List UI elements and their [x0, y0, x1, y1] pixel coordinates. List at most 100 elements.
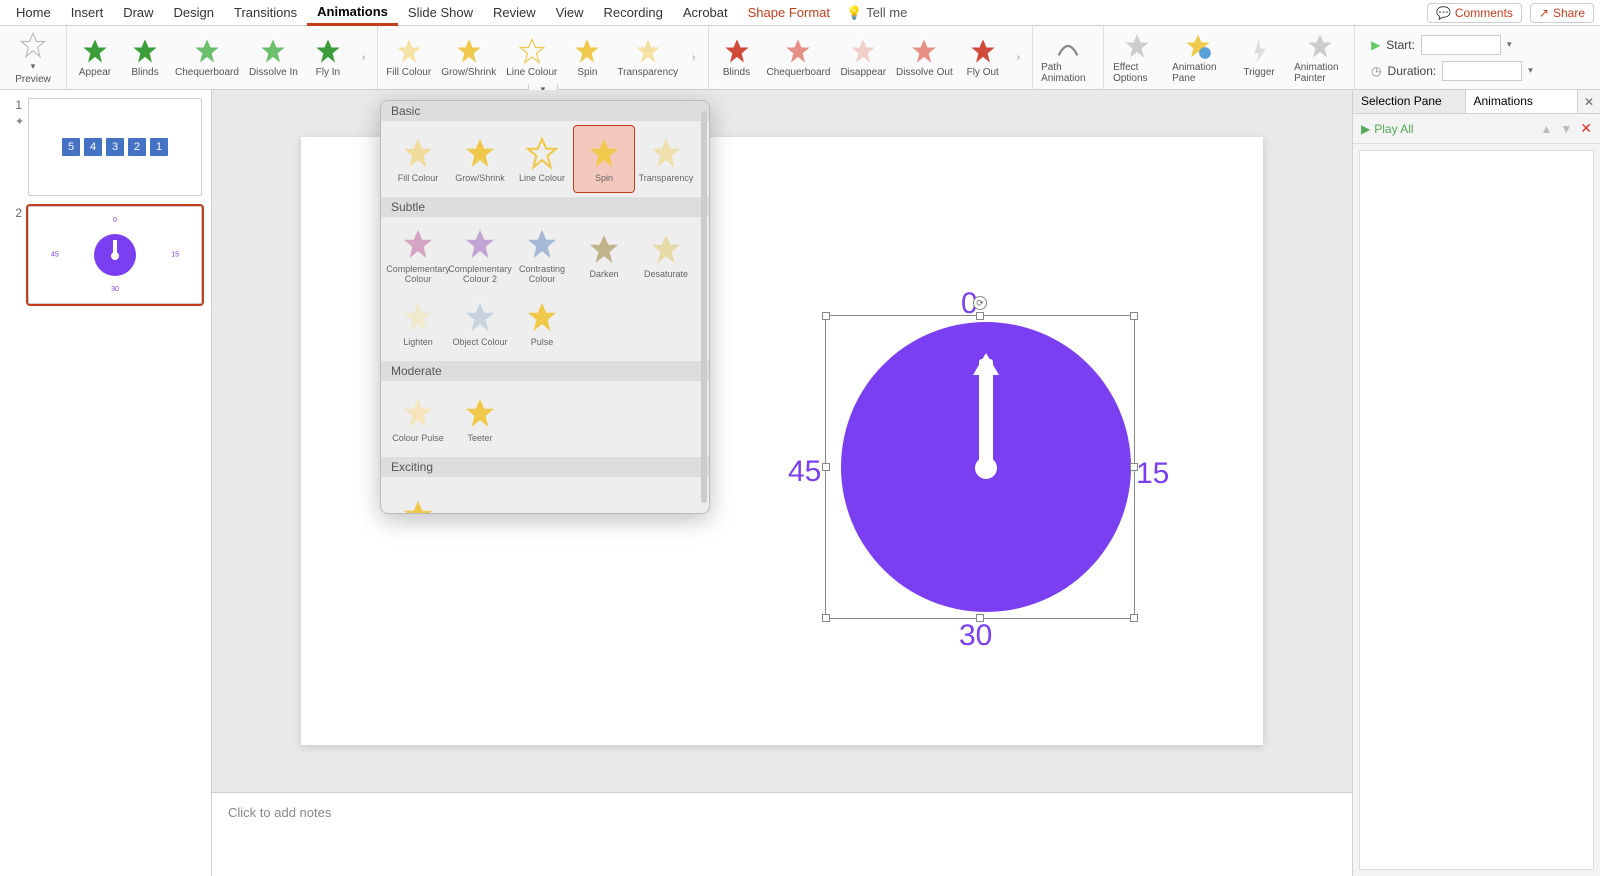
exit-more[interactable]: ›: [1013, 52, 1024, 63]
tell-me[interactable]: 💡 Tell me: [846, 5, 907, 21]
path-animation-button[interactable]: Path Animation: [1041, 32, 1095, 84]
delete-anim-button[interactable]: ✕: [1580, 120, 1592, 137]
tab-design[interactable]: Design: [164, 1, 224, 24]
entrance-blinds[interactable]: Blinds: [125, 37, 165, 78]
stepper-icon[interactable]: ▾: [1528, 65, 1533, 76]
star-icon: [784, 37, 812, 65]
emphasis-line[interactable]: Line Colour: [506, 37, 557, 78]
play-all-button[interactable]: ▶ Play All: [1361, 122, 1414, 136]
rotate-handle[interactable]: ⟳: [973, 296, 987, 310]
emphasis-opt-line-colour[interactable]: Line Colour: [511, 125, 573, 193]
emphasis-opt-lighten[interactable]: Lighten: [387, 289, 449, 357]
tab-acrobat[interactable]: Acrobat: [673, 1, 738, 24]
chevron-down-icon[interactable]: ▾: [1507, 39, 1512, 50]
star-icon: [849, 37, 877, 65]
move-down-button[interactable]: ▼: [1560, 122, 1572, 136]
emphasis-opt-transparency[interactable]: Transparency: [635, 125, 697, 193]
emphasis-opt-fill-colour[interactable]: Fill Colour: [387, 125, 449, 193]
emphasis-opt-exciting-1[interactable]: [387, 481, 449, 513]
exit-flyout[interactable]: Fly Out: [963, 37, 1003, 78]
move-up-button[interactable]: ▲: [1540, 122, 1552, 136]
tab-draw[interactable]: Draw: [113, 1, 163, 24]
opt-label: Spin: [595, 173, 613, 183]
exit-disappear[interactable]: Disappear: [840, 37, 886, 78]
entrance-dissolve[interactable]: Dissolve In: [249, 37, 298, 78]
emphasis-spin[interactable]: Spin: [567, 37, 607, 78]
tab-shape-format[interactable]: Shape Format: [738, 1, 840, 24]
tab-home[interactable]: Home: [6, 1, 61, 24]
tab-view[interactable]: View: [546, 1, 594, 24]
entrance-dissolve-label: Dissolve In: [249, 67, 298, 78]
star-icon: [193, 37, 221, 65]
emphasis-opt-pulse[interactable]: Pulse: [511, 289, 573, 357]
emphasis-grow-label: Grow/Shrink: [441, 67, 496, 78]
tab-recording[interactable]: Recording: [594, 1, 673, 24]
resize-handle[interactable]: [822, 312, 830, 320]
emphasis-opt-contrast-colour[interactable]: Contrasting Colour: [511, 221, 573, 289]
star-icon: [584, 231, 624, 267]
selection-pane-tab[interactable]: Selection Pane: [1353, 90, 1466, 113]
popover-scrollbar[interactable]: [701, 111, 707, 503]
duration-input[interactable]: [1442, 61, 1522, 81]
emphasis-opt-darken[interactable]: Darken: [573, 221, 635, 289]
slide-thumb-1[interactable]: ✦ 5 4 3 2 1: [28, 98, 202, 196]
mini-box: 1: [150, 138, 168, 156]
trigger-label: Trigger: [1243, 67, 1274, 78]
exit-chequer[interactable]: Chequerboard: [767, 37, 831, 78]
preview-button[interactable]: ▾ Preview: [8, 31, 58, 85]
animation-painter-button[interactable]: Animation Painter: [1294, 32, 1346, 84]
tab-slideshow[interactable]: Slide Show: [398, 1, 483, 24]
exit-dissolve[interactable]: Dissolve Out: [896, 37, 953, 78]
resize-handle[interactable]: [822, 614, 830, 622]
resize-handle[interactable]: [1130, 312, 1138, 320]
animations-pane-tab[interactable]: Animations: [1466, 90, 1579, 113]
emphasis-opt-comp-colour[interactable]: Complementary Colour: [387, 221, 449, 289]
emphasis-gallery: Fill Colour Grow/Shrink Line Colour Spin…: [378, 26, 708, 89]
preview-star-icon: [19, 31, 47, 59]
star-icon: [455, 37, 483, 65]
entrance-more[interactable]: ›: [358, 52, 369, 63]
resize-handle[interactable]: [976, 312, 984, 320]
resize-handle[interactable]: [976, 614, 984, 622]
exit-blinds[interactable]: Blinds: [717, 37, 757, 78]
resize-handle[interactable]: [1130, 614, 1138, 622]
entrance-appear[interactable]: Appear: [75, 37, 115, 78]
emphasis-transp[interactable]: Transparency: [617, 37, 678, 78]
resize-handle[interactable]: [1130, 463, 1138, 471]
emphasis-opt-object-colour[interactable]: Object Colour: [449, 289, 511, 357]
emphasis-grow[interactable]: Grow/Shrink: [441, 37, 496, 78]
share-button[interactable]: ↗ Share: [1530, 3, 1594, 23]
emphasis-opt-colour-pulse[interactable]: Colour Pulse: [387, 385, 449, 453]
emphasis-more[interactable]: ›: [688, 52, 699, 63]
selection-box[interactable]: ⟳: [825, 315, 1135, 619]
tab-insert[interactable]: Insert: [61, 1, 114, 24]
emphasis-opt-desaturate[interactable]: Desaturate: [635, 221, 697, 289]
emphasis-opt-comp-colour-2[interactable]: Complementary Colour 2: [449, 221, 511, 289]
notes-pane[interactable]: Click to add notes: [212, 792, 1352, 876]
emphasis-fill[interactable]: Fill Colour: [386, 37, 431, 78]
tab-review[interactable]: Review: [483, 1, 546, 24]
ribbon-tabs: Home Insert Draw Design Transitions Anim…: [0, 0, 1600, 26]
tab-transitions[interactable]: Transitions: [224, 1, 307, 24]
comments-button[interactable]: 💬 Comments: [1427, 3, 1522, 23]
opt-label: Complementary Colour 2: [448, 264, 512, 284]
tab-animations[interactable]: Animations: [307, 0, 398, 26]
trigger-button[interactable]: Trigger: [1234, 37, 1284, 78]
emphasis-opt-teeter[interactable]: Teeter: [449, 385, 511, 453]
star-icon: [259, 37, 287, 65]
resize-handle[interactable]: [822, 463, 830, 471]
animation-list[interactable]: [1359, 150, 1594, 870]
mini-box: 4: [84, 138, 102, 156]
entrance-chequer[interactable]: Chequerboard: [175, 37, 239, 78]
start-input[interactable]: [1421, 35, 1501, 55]
close-pane-button[interactable]: ✕: [1578, 90, 1600, 113]
path-label: Path Animation: [1041, 62, 1095, 84]
entrance-flyin[interactable]: Fly In: [308, 37, 348, 78]
slide-thumb-2[interactable]: 0 15 30 45: [28, 206, 202, 304]
opt-label: Line Colour: [519, 173, 565, 183]
animation-pane-button[interactable]: Animation Pane: [1172, 32, 1224, 84]
emphasis-opt-grow-shrink[interactable]: Grow/Shrink: [449, 125, 511, 193]
emphasis-opt-spin[interactable]: Spin: [573, 125, 635, 193]
opt-label: Complementary Colour: [386, 264, 450, 284]
effect-options-button[interactable]: Effect Options: [1112, 32, 1162, 84]
